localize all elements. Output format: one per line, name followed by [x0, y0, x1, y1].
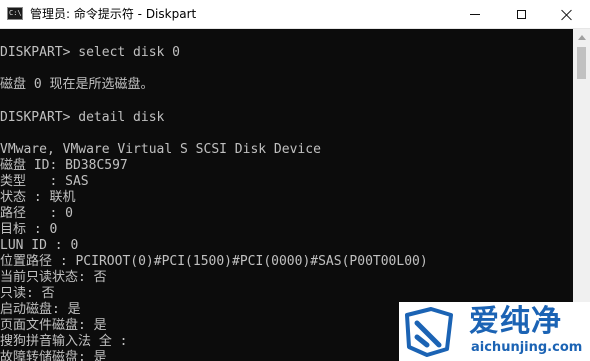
console-line: 只读: 否 — [0, 286, 55, 301]
watermark-emblem-icon — [405, 307, 453, 357]
watermark-logo: 爱纯净 aichunjing.com — [399, 302, 590, 361]
app-icon-text: C:\ — [9, 9, 22, 17]
scroll-up-button[interactable] — [573, 29, 590, 46]
cmd-app-icon[interactable]: C:\ — [7, 7, 23, 20]
console-line: DISKPART> select disk 0 — [0, 45, 181, 60]
console-line: 目标 : 0 — [0, 222, 58, 237]
console-line: 路径 : 0 — [0, 206, 73, 221]
console-line: 当前只读状态: 否 — [0, 270, 107, 285]
minimize-icon — [470, 14, 480, 15]
window-title: 管理员: 命令提示符 - Diskpart — [30, 7, 197, 21]
console-line: 类型 : SAS — [0, 174, 89, 189]
arrow-up-icon — [577, 35, 586, 40]
watermark-url: aichunjing.com — [471, 340, 583, 355]
console-line: 页面文件磁盘: 是 — [0, 318, 107, 333]
close-icon — [561, 9, 573, 21]
console-line: 状态 : 联机 — [0, 190, 76, 205]
scroll-thumb[interactable] — [577, 47, 586, 79]
console-line: 故障转储磁盘: 是 — [0, 350, 107, 361]
title-bar[interactable]: C:\ 管理员: 命令提示符 - Diskpart — [0, 0, 590, 29]
console-line: DISKPART> detail disk — [0, 110, 165, 125]
maximize-icon — [516, 10, 526, 19]
watermark-brand: 爱纯净 — [469, 304, 562, 339]
close-button[interactable] — [544, 0, 590, 29]
console-line: 启动磁盘: 是 — [0, 302, 81, 317]
minimize-button[interactable] — [452, 0, 498, 29]
console-line: VMware, VMware Virtual S SCSI Disk Devic… — [0, 142, 321, 157]
maximize-button[interactable] — [498, 0, 544, 29]
console-line: 搜狗拼音输入法 全 : — [0, 334, 128, 349]
console-window: C:\ 管理员: 命令提示符 - Diskpart DISKPART> sele… — [0, 0, 590, 361]
console-line: LUN ID : 0 — [0, 238, 79, 253]
console-line: 磁盘 ID: BD38C597 — [0, 158, 128, 173]
console-line: 磁盘 0 现在是所选磁盘。 — [0, 77, 154, 92]
console-line: 位置路径 : PCIROOT(0)#PCI(1500)#PCI(0000)#SA… — [0, 254, 428, 269]
